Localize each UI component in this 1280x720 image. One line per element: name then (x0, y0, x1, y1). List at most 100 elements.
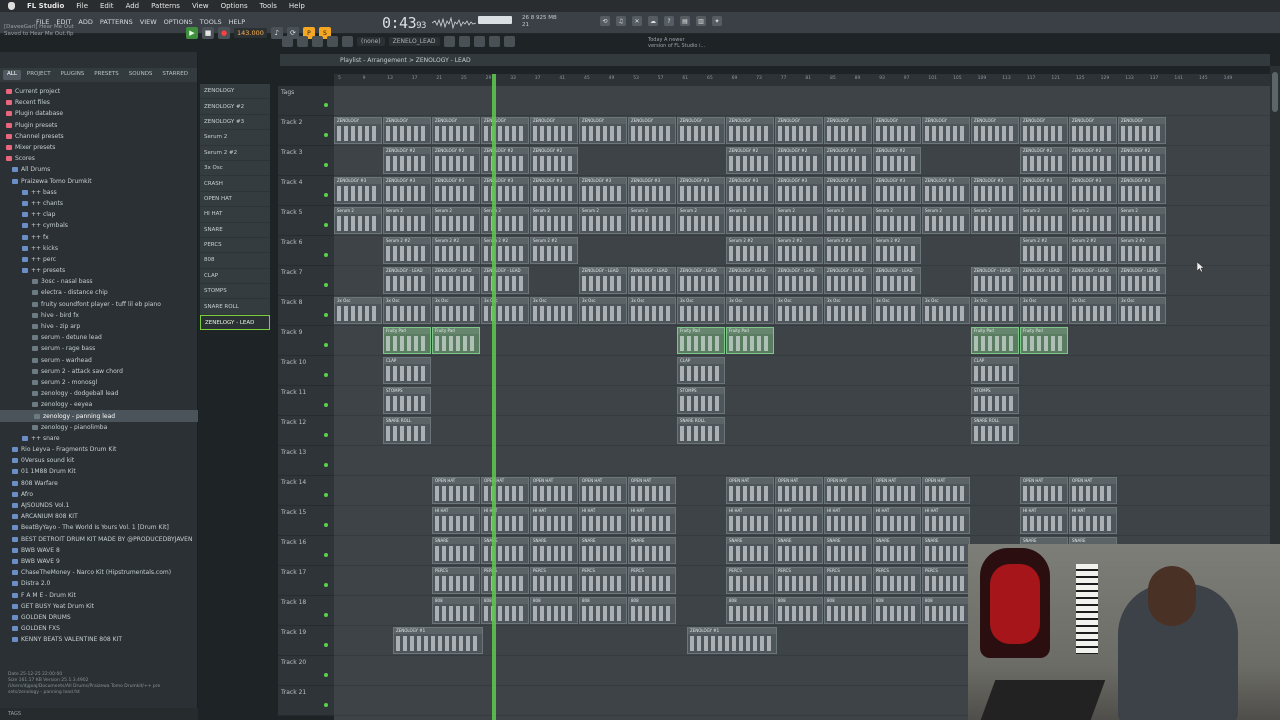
browser-item[interactable]: ++ kicks (0, 243, 198, 254)
track-lane[interactable] (334, 446, 1270, 476)
pattern-clip[interactable]: ZENOLOGY (922, 117, 970, 144)
track-header[interactable]: Track 21 (278, 686, 334, 716)
pattern-clip[interactable]: ZENOLOGY #1 (393, 627, 483, 654)
pattern-clip[interactable]: SNARE (873, 537, 921, 564)
pattern-clip[interactable]: ZENOLOGY #3 (677, 177, 725, 204)
snap-select[interactable]: (none) (357, 37, 385, 46)
track-mute-led[interactable] (324, 253, 328, 257)
picker-item[interactable]: Serum 2 #2 (200, 145, 270, 161)
pattern-clip[interactable]: ZENOLOGY #3 (824, 177, 872, 204)
picker-item[interactable]: ZENOLOGY #2 (200, 99, 270, 115)
track-mute-led[interactable] (324, 373, 328, 377)
pattern-clip[interactable]: ZENOLOGY #2 (383, 147, 431, 174)
tab-starred[interactable]: STARRED (158, 70, 192, 80)
browser-item[interactable]: 01 1M88 Drum Kit (0, 466, 198, 477)
browser-item[interactable]: fruity soundfont player - tuff lil eb pi… (0, 299, 198, 310)
pattern-clip[interactable]: HI HAT (432, 507, 480, 534)
pattern-clip[interactable]: ZENOLOGY #3 (530, 177, 578, 204)
browser-item[interactable]: zenology - eeyea (0, 399, 198, 410)
browser-item[interactable]: zenology - panning lead (0, 410, 198, 422)
pattern-clip[interactable]: 808 (824, 597, 872, 624)
browser-item[interactable]: Plugin database (0, 108, 198, 119)
pattern-clip[interactable]: Serum 2 #2 (726, 237, 774, 264)
picker-item[interactable]: SNARE ROLL (200, 299, 270, 315)
record-button[interactable]: ● (218, 27, 230, 39)
track-header[interactable]: Track 18 (278, 596, 334, 626)
track-header[interactable]: Track 9 (278, 326, 334, 356)
timeline-ruler[interactable]: 5 9 13 17 21 25 29 33 37 41 45 49 53 57 61 65 69 73 77 81 85… (334, 74, 1270, 86)
track-header[interactable]: Track 10 (278, 356, 334, 386)
pattern-clip[interactable]: ZENOLOGY (971, 117, 1019, 144)
browser-item[interactable]: Afro (0, 489, 198, 500)
browser-item[interactable]: hive - zip arp (0, 321, 198, 332)
browser-item[interactable]: BeatByYayo - The World Is Yours Vol. 1 [… (0, 522, 198, 533)
track-lane[interactable] (334, 86, 1270, 116)
pattern-clip[interactable]: Serum 2 #2 (873, 237, 921, 264)
pattern-clip[interactable]: HI HAT (873, 507, 921, 534)
pattern-clip[interactable]: ZENOLOGY - LEAD (775, 267, 823, 294)
pattern-clip[interactable]: 3x Osc (873, 297, 921, 324)
pattern-clip[interactable]: 3x Osc (628, 297, 676, 324)
pattern-clip[interactable]: ZENOLOGY #3 (775, 177, 823, 204)
tags-bar[interactable]: TAGS (0, 708, 198, 720)
pattern-clip[interactable]: Fruity Pad (971, 327, 1019, 354)
pattern-clip[interactable]: 3x Osc (824, 297, 872, 324)
browser-item[interactable]: Praizewa Tomo Drumkit (0, 176, 198, 187)
browser-item[interactable]: GOLDEN FXS (0, 623, 198, 634)
pattern-clip[interactable]: ZENOLOGY #3 (579, 177, 627, 204)
pattern-clip[interactable]: ZENOLOGY #2 (824, 147, 872, 174)
pattern-clip[interactable]: Serum 2 (775, 207, 823, 234)
pattern-clip[interactable]: ZENOLOGY #2 (873, 147, 921, 174)
pattern-clip[interactable]: CLAP (971, 357, 1019, 384)
pattern-clip[interactable]: 3x Osc (775, 297, 823, 324)
mac-menu-options[interactable]: Options (221, 2, 248, 10)
pattern-clip[interactable]: 3x Osc (432, 297, 480, 324)
pattern-clip[interactable]: ZENOLOGY #2 (726, 147, 774, 174)
pattern-clip[interactable]: ZENOLOGY (1020, 117, 1068, 144)
browser-item[interactable]: ++ presets (0, 265, 198, 276)
pattern-clip[interactable]: ZENOLOGY - LEAD (1069, 267, 1117, 294)
pattern-clip[interactable]: ZENOLOGY - LEAD (432, 267, 480, 294)
pattern-clip[interactable]: Serum 2 (334, 207, 382, 234)
track-header[interactable]: Track 15 (278, 506, 334, 536)
pattern-clip[interactable]: HI HAT (922, 507, 970, 534)
pattern-clip[interactable]: ZENOLOGY #3 (873, 177, 921, 204)
cloud-icon[interactable]: ☁ (648, 16, 658, 26)
browser-item[interactable]: serum - detune lead (0, 332, 198, 343)
pattern-clip[interactable]: Serum 2 (922, 207, 970, 234)
playhead[interactable] (492, 74, 496, 720)
pattern-clip[interactable]: HI HAT (579, 507, 627, 534)
time-display[interactable]: 0:4393 (382, 14, 426, 32)
mic-icon[interactable]: ♫ (616, 16, 626, 26)
fl-menu-tools[interactable]: TOOLS (200, 18, 222, 26)
pattern-clip[interactable]: SNARE ROLL (677, 417, 725, 444)
pattern-clip[interactable]: CLAP (383, 357, 431, 384)
pattern-clip[interactable]: Serum 2 (383, 207, 431, 234)
track-header[interactable]: Track 12 (278, 416, 334, 446)
pattern-clip[interactable]: 808 (530, 597, 578, 624)
browser-item[interactable]: ++ bass (0, 187, 198, 198)
browser-item[interactable]: AJSOUNDS Vol.1 (0, 500, 198, 511)
pattern-clip[interactable]: ZENOLOGY #3 (1020, 177, 1068, 204)
pattern-clip[interactable]: Serum 2 (628, 207, 676, 234)
pattern-clip[interactable]: SNARE (579, 537, 627, 564)
fl-menu-patterns[interactable]: PATTERNS (100, 18, 133, 26)
pattern-clip[interactable]: CLAP (677, 357, 725, 384)
pattern-clip[interactable]: ZENOLOGY (579, 117, 627, 144)
track-mute-led[interactable] (324, 703, 328, 707)
browser-item[interactable]: Scores (0, 153, 198, 164)
browser-item[interactable]: ++ chants (0, 198, 198, 209)
track-header[interactable]: Track 4 (278, 176, 334, 206)
pattern-clip[interactable]: ZENOLOGY - LEAD (873, 267, 921, 294)
pattern-clip[interactable]: Serum 2 #2 (1069, 237, 1117, 264)
pattern-clip[interactable]: PERCS (824, 567, 872, 594)
pattern-clip[interactable]: ZENOLOGY - LEAD (1020, 267, 1068, 294)
pattern-clip[interactable]: 3x Osc (1118, 297, 1166, 324)
pattern-clip[interactable]: Serum 2 (873, 207, 921, 234)
picker-item[interactable]: Serum 2 (200, 130, 270, 146)
pattern-clip[interactable]: 3x Osc (726, 297, 774, 324)
pattern-clip[interactable]: 808 (628, 597, 676, 624)
stop-button[interactable]: ■ (202, 27, 214, 39)
pattern-clip[interactable]: 3x Osc (334, 297, 382, 324)
pattern-clip[interactable]: ZENOLOGY #2 (1020, 147, 1068, 174)
